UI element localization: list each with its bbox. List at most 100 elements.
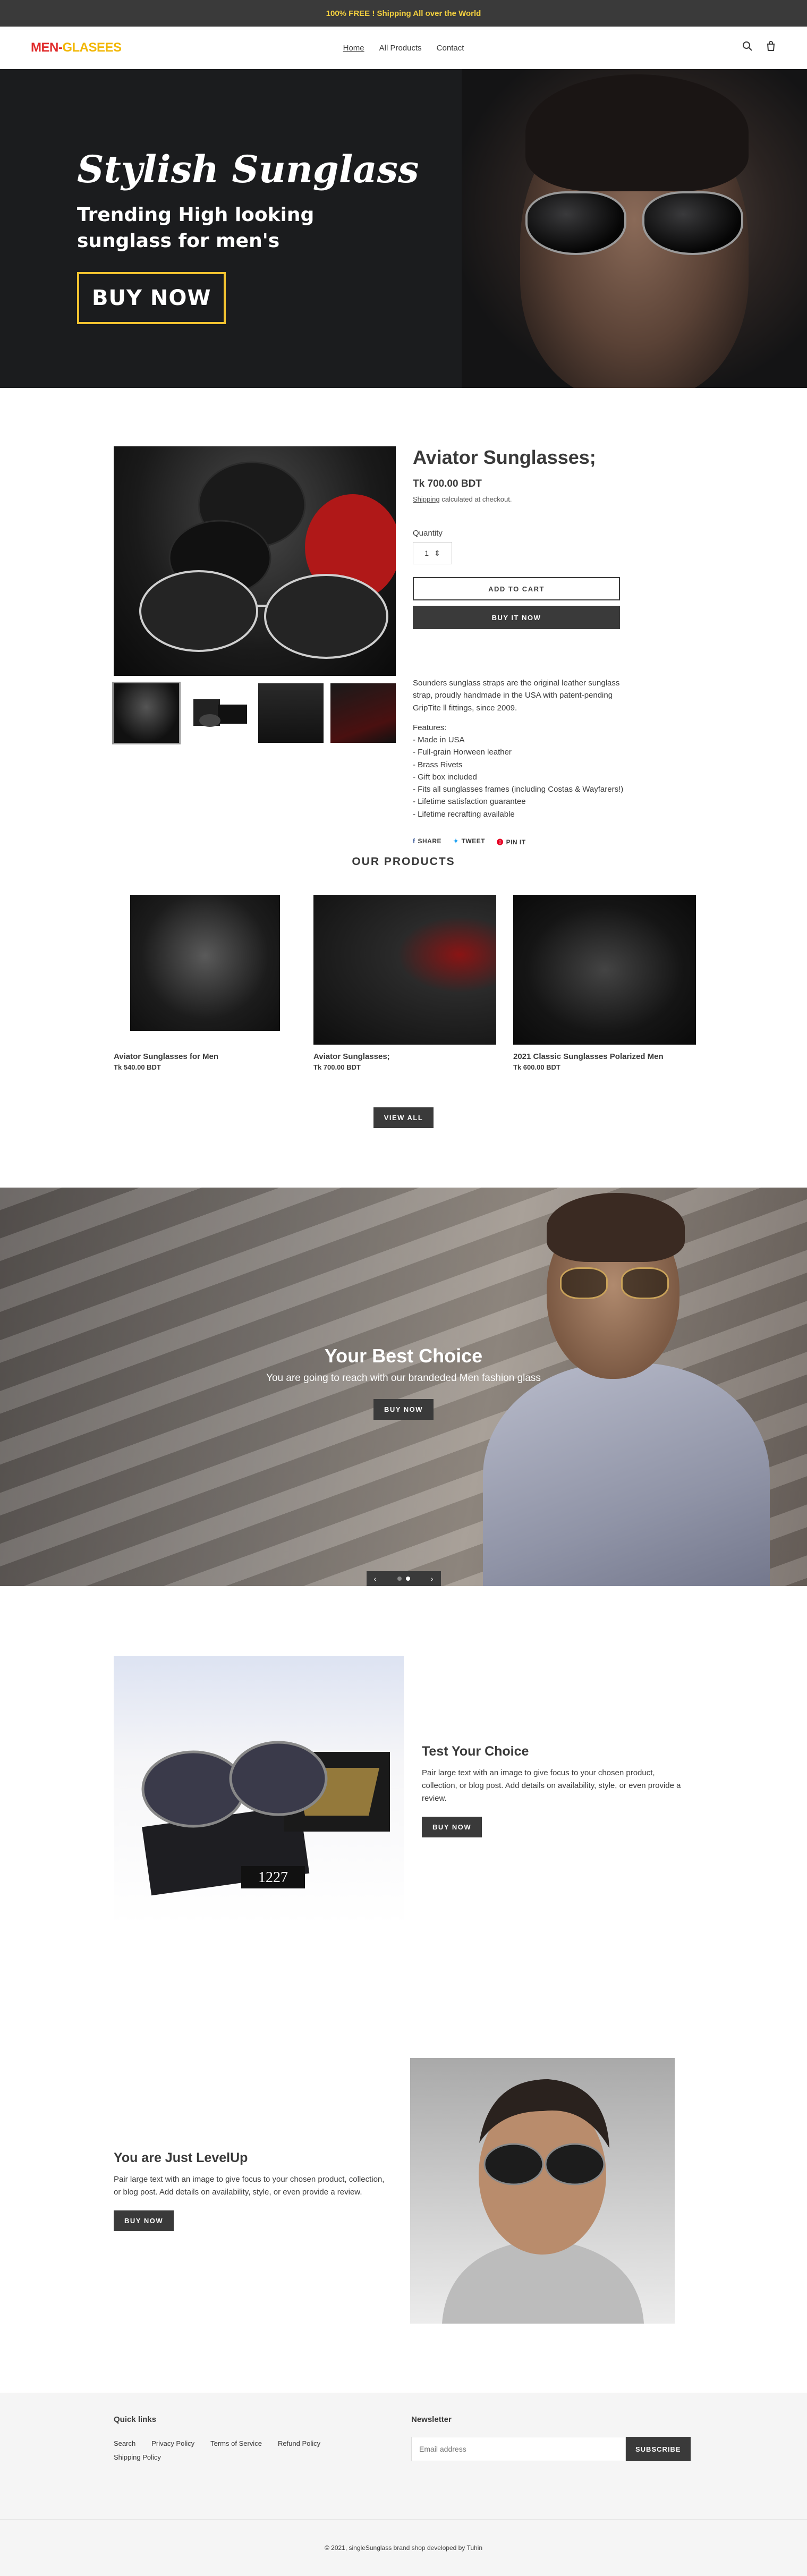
thumbnail-2[interactable] — [186, 683, 251, 743]
featured-title: OUR PRODUCTS — [352, 855, 455, 868]
product-price: Tk 700.00 BDT — [413, 478, 482, 489]
site-logo[interactable]: MEN-GLASEES — [31, 40, 122, 55]
image-with-text-2-body: Pair large text with an image to give fo… — [114, 2175, 385, 2197]
feature-item: - Gift box included — [413, 772, 477, 782]
product-card-image — [130, 895, 280, 1031]
thumbnail-3[interactable] — [258, 683, 324, 743]
hero-model-photo — [462, 69, 807, 388]
feature-item: - Lifetime recrafting available — [413, 809, 515, 819]
product-card-name: Aviator Sunglasses; — [313, 1052, 390, 1061]
product-card-price: Tk 600.00 BDT — [513, 1063, 560, 1071]
nav-all-products[interactable]: All Products — [379, 44, 422, 53]
slide-dot-2[interactable] — [405, 1577, 410, 1581]
quantity-label: Quantity — [413, 529, 443, 538]
slide-dot-1[interactable] — [397, 1577, 402, 1581]
features-title: Features: — [413, 723, 447, 732]
image-with-text-2-image — [410, 2058, 675, 2324]
image-with-text-2-button[interactable]: BUY NOW — [114, 2210, 174, 2231]
footer-link-privacy[interactable]: Privacy Policy — [151, 2437, 194, 2451]
image-with-text-1-title: Test Your Choice — [422, 1744, 529, 1759]
facebook-icon: f — [413, 837, 415, 845]
search-icon[interactable] — [742, 41, 753, 54]
logo-part-men: MEN- — [31, 40, 63, 55]
chevron-right-icon[interactable]: › — [431, 1574, 434, 1583]
product-title: Aviator Sunglasses; — [413, 446, 596, 468]
slide-subtitle: You are going to reach with our brandede… — [266, 1372, 541, 1384]
product-card-image — [513, 895, 696, 1045]
footer-link-refund[interactable]: Refund Policy — [278, 2437, 320, 2451]
product-section: Aviator Sunglasses; Tk 700.00 BDT Shippi… — [0, 388, 807, 855]
feature-item: - Brass Rivets — [413, 760, 463, 769]
quantity-stepper[interactable]: 1 ⇕ — [413, 542, 452, 564]
quantity-value: 1 — [424, 549, 429, 557]
product-card-price: Tk 540.00 BDT — [114, 1063, 161, 1071]
add-to-cart-button[interactable]: ADD TO CART — [413, 577, 620, 600]
hero-title: Stylish Sunglass — [77, 147, 419, 191]
footer-link-shipping[interactable]: Shipping Policy — [114, 2451, 161, 2464]
announcement-text: 100% FREE ! Shipping All over the World — [326, 9, 481, 18]
thumbnail-1[interactable] — [112, 682, 181, 744]
hero-banner: Stylish Sunglass Trending High looking s… — [0, 69, 807, 388]
slide-title: Your Best Choice — [324, 1345, 483, 1367]
product-grid: Aviator Sunglasses for Men Tk 540.00 BDT… — [114, 895, 807, 1071]
share-twitter-button[interactable]: ✦ TWEET — [453, 837, 485, 846]
header-icons — [742, 41, 776, 54]
copyright-bar: © 2021, singleSunglass brand shop develo… — [0, 2519, 807, 2576]
product-card[interactable]: 2021 Classic Sunglasses Polarized Men Tk… — [513, 895, 696, 1071]
feature-item: - Full-grain Horween leather — [413, 748, 512, 757]
quick-links-title: Quick links — [114, 2415, 157, 2424]
product-card-price: Tk 700.00 BDT — [313, 1063, 361, 1071]
feature-item: - Made in USA — [413, 735, 465, 744]
product-card-name: 2021 Classic Sunglasses Polarized Men — [513, 1052, 664, 1061]
share-pinterest-button[interactable]: ⓿ PIN IT — [497, 837, 526, 846]
site-footer: Quick links Search Privacy Policy Terms … — [0, 2393, 807, 2519]
twitter-icon: ✦ — [453, 837, 459, 845]
hero-buy-now-button[interactable]: BUY NOW — [77, 272, 226, 325]
shipping-link[interactable]: Shipping — [413, 495, 440, 503]
chevron-left-icon[interactable]: ‹ — [374, 1574, 377, 1583]
slideshow-controls: ‹ › — [366, 1571, 441, 1586]
feature-item: - Lifetime satisfaction guarantee — [413, 797, 526, 807]
product-card-name: Aviator Sunglasses for Men — [114, 1052, 218, 1061]
copyright-text: © 2021, singleSunglass brand shop develo… — [324, 2544, 483, 2552]
featured-collection: OUR PRODUCTS Aviator Sunglasses for Men … — [0, 855, 807, 1128]
social-share: f SHARE ✦ TWEET ⓿ PIN IT — [413, 837, 625, 846]
announcement-bar: 100% FREE ! Shipping All over the World — [0, 0, 807, 27]
description-text: Sounders sunglass straps are the origina… — [413, 679, 620, 713]
share-facebook-button[interactable]: f SHARE — [413, 837, 441, 846]
footer-link-search[interactable]: Search — [114, 2437, 135, 2451]
logo-part-glasees: GLASEES — [62, 40, 122, 55]
hero-subtitle: Trending High looking sunglass for men's — [77, 204, 315, 252]
image-with-text-1: 1227 Test Your Choice Pair large text wi… — [0, 1586, 807, 1936]
nav-home[interactable]: Home — [343, 44, 364, 53]
view-all-button[interactable]: VIEW ALL — [373, 1107, 434, 1128]
buy-it-now-button[interactable]: BUY IT NOW — [413, 606, 620, 629]
box-number-tag: 1227 — [258, 1869, 288, 1886]
stepper-arrows-icon[interactable]: ⇕ — [434, 549, 440, 558]
image-with-text-1-button[interactable]: BUY NOW — [422, 1817, 482, 1837]
image-with-text-2-title: You are Just LevelUp — [114, 2150, 248, 2165]
product-card[interactable]: Aviator Sunglasses for Men Tk 540.00 BDT — [114, 895, 296, 1071]
slideshow: Your Best Choice You are going to reach … — [0, 1188, 807, 1586]
footer-link-terms[interactable]: Terms of Service — [210, 2437, 262, 2451]
pinterest-icon: ⓿ — [497, 838, 504, 846]
product-card-image — [313, 895, 496, 1045]
cart-icon[interactable] — [766, 41, 776, 54]
thumbnail-4[interactable] — [330, 683, 396, 743]
site-header: MEN-GLASEES Home All Products Contact — [0, 27, 807, 69]
product-description: Sounders sunglass straps are the origina… — [413, 677, 625, 820]
subscribe-button[interactable]: SUBSCRIBE — [626, 2437, 691, 2461]
image-with-text-2: You are Just LevelUp Pair large text wit… — [0, 1989, 807, 2393]
shipping-note-text: calculated at checkout. — [439, 495, 512, 503]
newsletter-email-input[interactable] — [411, 2437, 626, 2461]
nav-contact[interactable]: Contact — [437, 44, 464, 53]
feature-item: - Fits all sunglasses frames (including … — [413, 785, 624, 794]
product-gallery — [112, 446, 396, 855]
product-main-image[interactable] — [114, 446, 396, 676]
image-with-text-1-image: 1227 — [114, 1656, 404, 1925]
newsletter-title: Newsletter — [411, 2415, 452, 2424]
slide-buy-now-button[interactable]: BUY NOW — [373, 1399, 434, 1420]
product-card[interactable]: Aviator Sunglasses; Tk 700.00 BDT — [313, 895, 496, 1071]
image-with-text-1-body: Pair large text with an image to give fo… — [422, 1768, 681, 1803]
shipping-note: Shipping calculated at checkout. — [413, 495, 625, 503]
